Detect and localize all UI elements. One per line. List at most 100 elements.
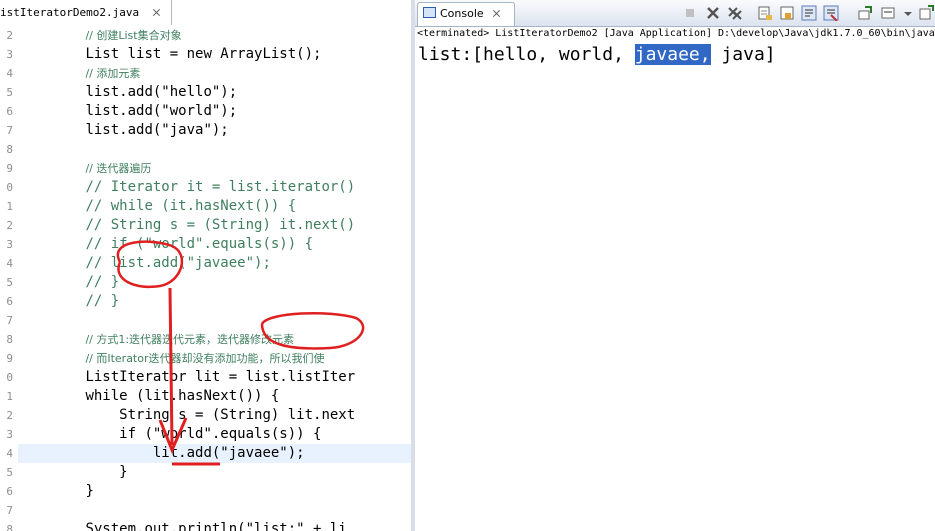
code-line: list.add("java");	[18, 121, 411, 140]
code-line: }	[18, 482, 411, 501]
console-pane: Console <terminated> ListIteratorDemo2 […	[415, 0, 935, 531]
terminate-icon[interactable]	[682, 5, 698, 21]
line-number: 4	[6, 257, 13, 270]
line-number: 7	[6, 314, 13, 327]
remove-all-icon[interactable]	[727, 5, 743, 21]
line-number: 1	[6, 390, 13, 403]
line-number: 5	[6, 466, 13, 479]
comment: // 添加元素	[85, 67, 141, 80]
code-text: if ("world".equals(s)) {	[85, 426, 322, 442]
output-text: list:[hello, world,	[418, 44, 635, 65]
line-number: 9	[6, 162, 13, 175]
code-line: String s = (String) lit.next	[18, 406, 411, 425]
chevron-down-icon[interactable]	[900, 5, 916, 21]
editor-tab[interactable]: istIteratorDemo2.java	[0, 0, 172, 25]
code-line-current: lit.add("javaee");	[18, 444, 411, 463]
terminated-status: <terminated> ListIteratorDemo2 [Java App…	[417, 28, 935, 39]
scroll-lock-icon[interactable]	[779, 5, 795, 21]
line-number: 6	[6, 295, 13, 308]
pin-console-icon[interactable]	[857, 5, 873, 21]
console-tab-title: Console	[440, 7, 484, 20]
code-line: // Iterator it = list.iterator()	[18, 178, 411, 197]
line-number: 6	[6, 485, 13, 498]
close-icon[interactable]	[152, 8, 161, 17]
code-line: // }	[18, 273, 411, 292]
remove-launch-icon[interactable]	[705, 5, 721, 21]
line-number: 1	[6, 200, 13, 213]
code-line: // }	[18, 292, 411, 311]
code-text: System.out.println("list:" + li	[85, 521, 347, 531]
code-text: }	[85, 464, 128, 480]
line-number: 4	[6, 447, 13, 460]
code-line: // 方式1:迭代器迭代元素，迭代器修改元素	[18, 330, 411, 349]
code-line: // 而Iterator迭代器却没有添加功能，所以我们使	[18, 349, 411, 368]
console-output[interactable]: list:[hello, world, javaee, java]	[418, 42, 776, 68]
code-text: List list = new ArrayList();	[85, 46, 322, 62]
code-line: // 创建List集合对象	[18, 26, 411, 45]
code-line: ListIterator lit = list.listIter	[18, 368, 411, 387]
code-line: // while (it.hasNext()) {	[18, 197, 411, 216]
code-text: list.add("hello");	[85, 84, 238, 100]
line-number: 7	[6, 504, 13, 517]
line-number: 0	[6, 371, 13, 384]
code-line: // String s = (String) it.next()	[18, 216, 411, 235]
comment: // list.add("javaee");	[85, 255, 271, 271]
line-number-gutter: 2 3 4 5 6 7 8 9 0 1 2 3 4 5 6 7 8 9 0 1 2 3 4 5 6 7 8	[0, 26, 14, 531]
comment: // if ("world".equals(s)) {	[85, 236, 314, 252]
comment: // 创建List集合对象	[85, 29, 182, 42]
display-console-icon[interactable]	[880, 5, 896, 21]
line-number: 4	[6, 67, 13, 80]
code-line: // list.add("javaee");	[18, 254, 411, 273]
code-text: list.add("world");	[85, 103, 238, 119]
code-line: list.add("world");	[18, 102, 411, 121]
line-number: 3	[6, 48, 13, 61]
code-line: while (lit.hasNext()) {	[18, 387, 411, 406]
code-line: // if ("world".equals(s)) {	[18, 235, 411, 254]
console-tabbar: Console	[415, 0, 935, 27]
line-number: 9	[6, 352, 13, 365]
code-line: // 迭代器遍历	[18, 159, 411, 178]
code-text: ListIterator lit = list.listIter	[85, 369, 356, 385]
code-line: // 添加元素	[18, 64, 411, 83]
code-text: list.add("java");	[85, 122, 229, 138]
line-number: 5	[6, 86, 13, 99]
console-icon	[423, 7, 436, 18]
line-number: 2	[6, 219, 13, 232]
console-tab[interactable]: Console	[417, 2, 515, 26]
line-number: 8	[6, 333, 13, 346]
comment: // 而Iterator迭代器却没有添加功能，所以我们使	[85, 352, 325, 365]
line-number: 0	[6, 181, 13, 194]
comment: // Iterator it = list.iterator()	[85, 179, 356, 195]
line-number: 3	[6, 428, 13, 441]
line-number: 2	[6, 29, 13, 42]
line-number: 7	[6, 124, 13, 137]
show-when-error-icon[interactable]	[823, 5, 839, 21]
comment: // while (it.hasNext()) {	[85, 198, 297, 214]
comment: // }	[85, 293, 120, 309]
code-text: String s = (String) lit.next	[85, 407, 356, 423]
show-when-output-icon[interactable]	[801, 5, 817, 21]
comment: // String s = (String) it.next()	[85, 217, 356, 233]
output-text-end: java]	[710, 44, 776, 65]
new-console-icon[interactable]	[918, 5, 934, 21]
line-number: 3	[6, 238, 13, 251]
code-line: }	[18, 463, 411, 482]
line-number: 6	[6, 105, 13, 118]
line-number: 2	[6, 409, 13, 422]
line-number: 8	[6, 523, 13, 531]
code-line: if ("world".equals(s)) {	[18, 425, 411, 444]
comment: // 方式1:迭代器迭代元素，迭代器修改元素	[85, 333, 295, 346]
comment: // }	[85, 274, 120, 290]
close-icon[interactable]	[492, 9, 501, 18]
comment: // 迭代器遍历	[85, 162, 152, 175]
editor-pane: istIteratorDemo2.java 2 3 4 5 6 7 8 9 0 1 2 3 4 5 6 7 8 9…	[0, 0, 411, 531]
editor-tab-title: istIteratorDemo2.java	[0, 6, 140, 19]
code-text: }	[85, 483, 94, 499]
code-line: System.out.println("list:" + li	[18, 520, 411, 531]
clear-console-icon[interactable]	[757, 5, 773, 21]
output-selected-text: javaee,	[634, 44, 711, 65]
code-area[interactable]: // 创建List集合对象 List list = new ArrayList(…	[18, 26, 411, 531]
